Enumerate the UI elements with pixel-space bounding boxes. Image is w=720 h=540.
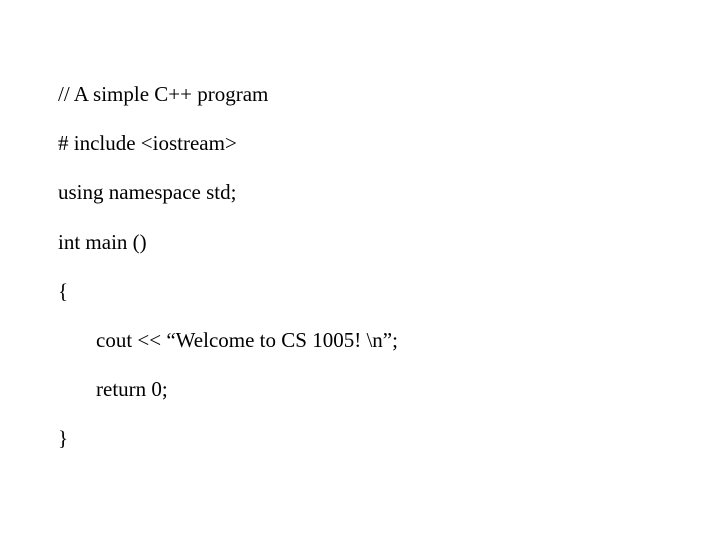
- code-line-return: return 0;: [58, 377, 720, 402]
- code-line-comment: // A simple C++ program: [58, 82, 720, 107]
- code-line-cout: cout << “Welcome to CS 1005! \n”;: [58, 328, 720, 353]
- code-line-include: # include <iostream>: [58, 131, 720, 156]
- code-line-main: int main (): [58, 230, 720, 255]
- code-line-close-brace: }: [58, 426, 720, 451]
- code-line-using: using namespace std;: [58, 180, 720, 205]
- code-line-open-brace: {: [58, 279, 720, 304]
